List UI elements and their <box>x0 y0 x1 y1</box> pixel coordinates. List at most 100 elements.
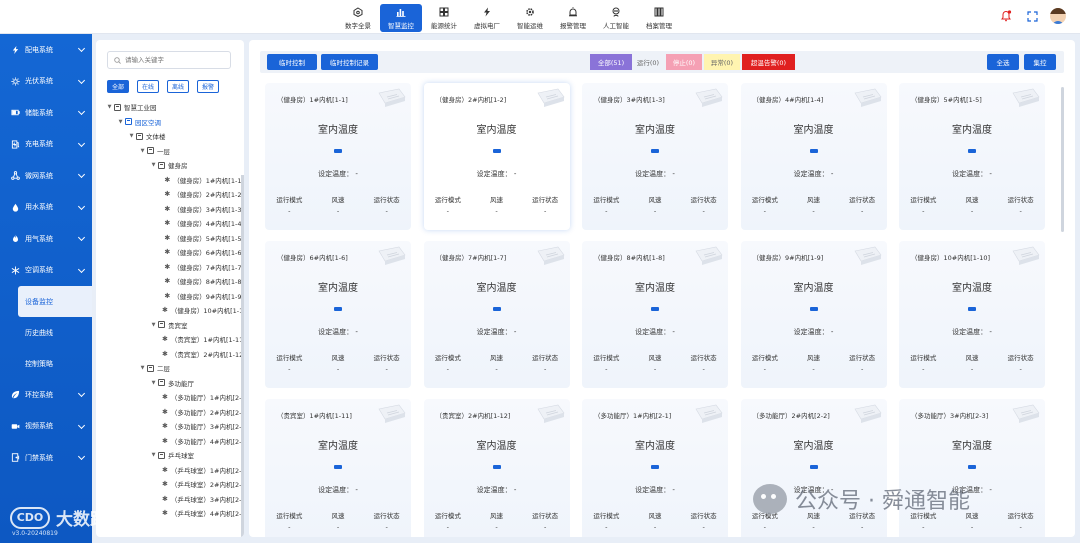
tree-leaf-node[interactable]: ✱ （健身房）9#内机[1-9] <box>96 289 244 304</box>
sidebar-subitem-1[interactable]: 历史曲线 <box>0 317 92 348</box>
device-card[interactable]: （健身房）9#内机[1-9] 室内温度 设定温度： - 运行模式 - 风速 - 运行状态 - <box>740 241 887 388</box>
sidebar-item-4[interactable]: 微网系统 <box>0 160 92 192</box>
device-card[interactable]: （健身房）5#内机[1-5] 室内温度 设定温度： - 运行模式 - 风速 - 运行状态 - <box>899 83 1045 230</box>
sidebar-item-2[interactable]: 储能系统 <box>0 97 92 129</box>
tree-leaf-node[interactable]: ✱ （贵宾室）1#内机[1-11] <box>96 332 244 347</box>
tree-folder-node[interactable]: ▼ 多功能厅 <box>96 376 244 391</box>
tree-toggle-icon[interactable]: ▼ <box>150 452 157 458</box>
fullscreen-icon[interactable] <box>1024 8 1040 24</box>
tree-leaf-node[interactable]: ✱ （多功能厅）4#内机[2-4] <box>96 434 244 449</box>
sidebar-item-8[interactable]: 环控系统 <box>0 379 92 411</box>
group-control-button[interactable]: 集控 <box>1024 54 1056 70</box>
tree-leaf-node[interactable]: ✱ （乒乓球室）3#内机[2-7] <box>96 492 244 507</box>
notification-bell-icon[interactable] <box>998 8 1014 24</box>
tree-leaf-node[interactable]: ✱ （健身房）5#内机[1-5] <box>96 231 244 246</box>
main-scrollbar[interactable] <box>1061 87 1064 232</box>
tree-leaf-node[interactable]: ✱ （健身房）1#内机[1-1] <box>96 173 244 188</box>
tree-search-box[interactable] <box>107 51 231 69</box>
tree-leaf-node[interactable]: ✱ （健身房）3#内机[1-3] <box>96 202 244 217</box>
device-card[interactable]: （健身房）6#内机[1-6] 室内温度 设定温度： - 运行模式 - 风速 - 运行状态 - <box>265 241 411 388</box>
tree-leaf-node[interactable]: ✱ （健身房）10#内机[1-10] <box>96 303 244 318</box>
device-card[interactable]: （健身房）4#内机[1-4] 室内温度 设定温度： - 运行模式 - 风速 - 运行状态 - <box>740 83 887 230</box>
sidebar-item-5[interactable]: 用水系统 <box>0 192 92 224</box>
tree-leaf-node[interactable]: ✱ （健身房）6#内机[1-6] <box>96 245 244 260</box>
tree-folder-node[interactable]: ▼ 二层 <box>96 361 244 376</box>
folder-icon <box>125 118 132 126</box>
ac-unit-icon <box>692 403 724 429</box>
tree-leaf-node[interactable]: ✱ （健身房）2#内机[1-2] <box>96 187 244 202</box>
tree-toggle-icon[interactable]: ▼ <box>139 148 146 154</box>
tree-leaf-node[interactable]: ✱ （多功能厅）2#内机[2-2] <box>96 405 244 420</box>
tree-filter-3[interactable]: 报警 <box>197 80 220 93</box>
tree-folder-node[interactable]: ▼ 一层 <box>96 144 244 159</box>
tree-folder-node[interactable]: ▼ 园区空调 <box>96 115 244 130</box>
tree-toggle-icon[interactable]: ▼ <box>150 380 157 386</box>
user-avatar[interactable] <box>1050 8 1066 24</box>
tree-leaf-node[interactable]: ✱ （多功能厅）1#内机[2-1] <box>96 390 244 405</box>
status-tab-overtemp[interactable]: 超温告警(0) <box>742 54 795 70</box>
tree-leaf-node[interactable]: ✱ （贵宾室）2#内机[1-12] <box>96 347 244 362</box>
mode-label: 运行模式 <box>434 354 461 362</box>
topnav-item-0[interactable]: 数字全景 <box>337 4 379 32</box>
tree-folder-node[interactable]: ▼ 乒乓球室 <box>96 448 244 463</box>
status-tab-stopped[interactable]: 停止(0) <box>666 54 702 70</box>
tree-leaf-node[interactable]: ✱ （健身房）7#内机[1-7] <box>96 260 244 275</box>
tree-filter-0[interactable]: 全部 <box>107 80 130 93</box>
tree-folder-node[interactable]: ▼ 贵宾室 <box>96 318 244 333</box>
tree-leaf-node[interactable]: ✱ （健身房）4#内机[1-4] <box>96 216 244 231</box>
tree-folder-node[interactable]: ▼ 智慧工业园 <box>96 100 244 115</box>
temp-control-log-button[interactable]: 临时控制记录 <box>321 54 378 70</box>
device-card[interactable]: （健身房）8#内机[1-8] 室内温度 设定温度： - 运行模式 - 风速 - 运行状态 - <box>582 241 728 388</box>
sidebar-item-3[interactable]: 充电系统 <box>0 129 92 161</box>
sidebar-item-7[interactable]: 空调系统 <box>0 255 92 287</box>
snowflake-icon: ✱ <box>164 219 171 228</box>
tree-toggle-icon[interactable]: ▼ <box>117 119 124 125</box>
sidebar-item-9[interactable]: 视频系统 <box>0 411 92 443</box>
tree-scrollbar[interactable] <box>241 175 244 537</box>
sidebar-subitem-0[interactable]: 设备监控 <box>18 286 92 317</box>
tree-folder-node[interactable]: ▼ 文体楼 <box>96 129 244 144</box>
device-card[interactable]: （贵宾室）2#内机[1-12] 室内温度 设定温度： - 运行模式 - 风速 - 运行状态 - <box>423 399 570 537</box>
topnav-item-4[interactable]: 智能运维 <box>509 4 551 32</box>
device-card[interactable]: （健身房）1#内机[1-1] 室内温度 设定温度： - 运行模式 - 风速 - 运行状态 - <box>265 83 411 230</box>
device-card[interactable]: （健身房）3#内机[1-3] 室内温度 设定温度： - 运行模式 - 风速 - 运行状态 - <box>582 83 728 230</box>
tree-leaf-node[interactable]: ✱ （健身房）8#内机[1-8] <box>96 274 244 289</box>
sidebar-subitem-2[interactable]: 控制策略 <box>0 348 92 379</box>
sidebar-item-10[interactable]: 门禁系统 <box>0 442 92 474</box>
status-tab-running[interactable]: 运行(0) <box>632 54 664 70</box>
sidebar-item-6[interactable]: 用气系统 <box>0 223 92 255</box>
tree-toggle-icon[interactable]: ▼ <box>106 104 113 110</box>
tree-filter-1[interactable]: 在线 <box>137 80 160 93</box>
topnav-item-5[interactable]: 报警管理 <box>552 4 594 32</box>
topnav-item-2[interactable]: 能源统计 <box>423 4 465 32</box>
tree-search-input[interactable] <box>125 56 225 64</box>
tree-toggle-icon[interactable]: ▼ <box>139 365 146 371</box>
device-card[interactable]: （健身房）2#内机[1-2] 室内温度 设定温度： - 运行模式 - 风速 - 运行状态 - <box>423 83 570 230</box>
device-card[interactable]: （健身房）7#内机[1-7] 室内温度 设定温度： - 运行模式 - 风速 - 运行状态 - <box>423 241 570 388</box>
tree-toggle-icon[interactable]: ▼ <box>150 322 157 328</box>
device-card[interactable]: （多功能厅）3#内机[2-3] 室内温度 设定温度： - 运行模式 - 风速 - 运行状态 - <box>899 399 1045 537</box>
tree-leaf-node[interactable]: ✱ （多功能厅）3#内机[2-3] <box>96 419 244 434</box>
tree-filter-2[interactable]: 离线 <box>167 80 190 93</box>
tree-leaf-node[interactable]: ✱ （乒乓球室）1#内机[2-5] <box>96 463 244 478</box>
topnav-item-7[interactable]: 档案管理 <box>638 4 680 32</box>
device-card[interactable]: （贵宾室）1#内机[1-11] 室内温度 设定温度： - 运行模式 - 风速 - 运行状态 - <box>265 399 411 537</box>
tree-toggle-icon[interactable]: ▼ <box>128 133 135 139</box>
status-tab-all[interactable]: 全部(51) <box>590 54 632 70</box>
sidebar-item-1[interactable]: 光伏系统 <box>0 66 92 98</box>
topnav-item-1[interactable]: 智慧监控 <box>380 4 422 32</box>
sidebar-item-0[interactable]: 配电系统 <box>0 34 92 66</box>
tree-leaf-node[interactable]: ✱ （乒乓球室）2#内机[2-6] <box>96 477 244 492</box>
temp-control-button[interactable]: 临时控制 <box>267 54 317 70</box>
select-all-button[interactable]: 全选 <box>987 54 1019 70</box>
device-card[interactable]: （健身房）10#内机[1-10] 室内温度 设定温度： - 运行模式 - 风速 - 运行状态 - <box>899 241 1045 388</box>
topnav-item-6[interactable]: 人工智能 <box>595 4 637 32</box>
device-card[interactable]: （多功能厅）1#内机[2-1] 室内温度 设定温度： - 运行模式 - 风速 - 运行状态 - <box>582 399 728 537</box>
topnav-item-3[interactable]: 虚拟电厂 <box>466 4 508 32</box>
room-temp-value <box>651 307 659 311</box>
device-card[interactable]: （多功能厅）2#内机[2-2] 室内温度 设定温度： - 运行模式 - 风速 - 运行状态 - <box>740 399 887 537</box>
status-tab-abnormal[interactable]: 异常(0) <box>704 54 740 70</box>
state-value: - <box>861 365 864 373</box>
tree-folder-node[interactable]: ▼ 健身房 <box>96 158 244 173</box>
tree-toggle-icon[interactable]: ▼ <box>150 162 157 168</box>
